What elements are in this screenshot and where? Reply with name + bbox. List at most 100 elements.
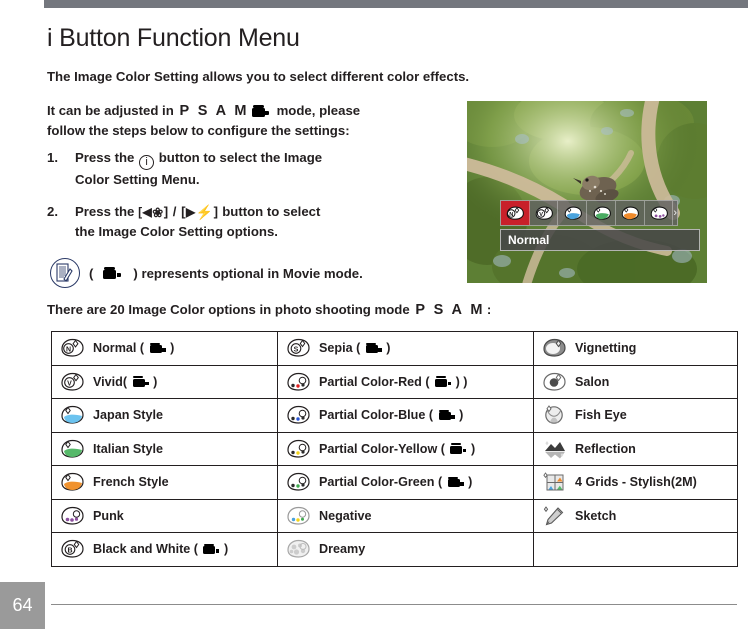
left-key-bracket: [◀❀] / [▶⚡] bbox=[138, 203, 219, 220]
option-label: French Style bbox=[93, 475, 169, 490]
movie-mode-icon bbox=[131, 376, 150, 388]
reflection-icon bbox=[541, 439, 567, 459]
flash-icon: ⚡ bbox=[195, 203, 214, 220]
movie-mode-note: ( ) represents optional in Movie mode. bbox=[50, 258, 470, 288]
movie-mode-icon bbox=[201, 543, 220, 555]
option-cell-japan-style: Japan Style bbox=[51, 398, 278, 433]
option-cell-italian-style: Italian Style bbox=[51, 431, 278, 466]
partial-color-blue-icon bbox=[285, 405, 311, 425]
table-row: Punk Negative Sketch bbox=[51, 498, 738, 533]
partial-color-green-icon bbox=[285, 472, 311, 492]
movie-mode-icon bbox=[251, 105, 272, 117]
steps-list: 1. Press the i button to select the Imag… bbox=[47, 148, 377, 254]
step-2: 2. Press the [◀❀] / [▶⚡] button to selec… bbox=[47, 202, 377, 242]
top-accent-bar bbox=[44, 0, 748, 8]
option-label: Reflection bbox=[575, 441, 636, 456]
osd-item-japan-style[interactable] bbox=[558, 201, 588, 225]
osd-item-french-style[interactable] bbox=[616, 201, 645, 225]
partial-color-red-icon bbox=[285, 372, 311, 392]
fish-eye-icon bbox=[541, 405, 567, 425]
step-2-text-part1: Press the bbox=[75, 203, 135, 219]
right-arrow-icon: ▶ bbox=[185, 204, 196, 219]
option-cell-partial-color-blue: Partial Color-Blue ( ) bbox=[277, 398, 534, 433]
option-label: Black and White bbox=[93, 542, 191, 557]
intro-paragraph: The Image Color Setting allows you to se… bbox=[47, 69, 470, 84]
manual-page: i Button Function Menu The Image Color S… bbox=[0, 0, 748, 629]
option-label: 4 Grids - Stylish(2M) bbox=[575, 475, 697, 490]
macro-flower-icon: ❀ bbox=[152, 204, 164, 220]
option-label: Dreamy bbox=[319, 542, 366, 557]
key-separator: ] / [ bbox=[163, 203, 186, 219]
option-cell-vivid: V Vivid( ) bbox=[51, 364, 278, 399]
option-label: Punk bbox=[93, 508, 124, 523]
key-close-bracket: ] bbox=[213, 203, 219, 219]
osd-item-italian-style[interactable] bbox=[587, 201, 616, 225]
table-row: Japan Style Partial Color-Blue ( ) Fish … bbox=[51, 398, 738, 433]
osd-color-menu[interactable]: N V › bbox=[500, 200, 678, 226]
option-label: Salon bbox=[575, 374, 610, 389]
note-text: ) represents optional in Movie mode. bbox=[133, 265, 363, 281]
count-prefix: There are 20 Image Color options in phot… bbox=[47, 302, 410, 317]
step-1-text-part2: button to select the Image bbox=[158, 150, 323, 165]
mode-letters: P S A M bbox=[179, 103, 249, 119]
option-label: Sketch bbox=[575, 508, 617, 523]
option-label: Japan Style bbox=[93, 408, 163, 423]
normal-palette-icon: N bbox=[59, 338, 85, 358]
option-cell-salon: Salon bbox=[533, 364, 738, 399]
step-2-line2: the Image Color Setting options. bbox=[75, 224, 278, 239]
table-row: N Normal ( ) S Sepia ( ) Vignetting bbox=[51, 331, 738, 366]
osd-more-arrow-icon[interactable]: › bbox=[673, 207, 677, 219]
four-grids-stylish-icon bbox=[541, 472, 567, 492]
bird-on-branch-photo bbox=[467, 101, 707, 283]
movie-mode-icon bbox=[446, 476, 465, 488]
option-cell-reflection: Reflection bbox=[533, 431, 738, 466]
svg-text:V: V bbox=[539, 211, 543, 217]
french-style-palette-icon bbox=[59, 472, 85, 492]
option-label: Partial Color-Green bbox=[319, 475, 435, 490]
svg-text:N: N bbox=[510, 211, 514, 217]
option-label: Sepia bbox=[319, 341, 353, 356]
osd-item-vivid[interactable]: V bbox=[530, 201, 559, 225]
adjust-suffix: mode, please bbox=[276, 103, 361, 118]
vignetting-icon bbox=[541, 338, 567, 358]
step-2-text-part2: button to select bbox=[222, 203, 321, 219]
movie-mode-icon bbox=[448, 443, 467, 455]
notepad-pencil-icon bbox=[50, 258, 80, 288]
option-cell-sepia: S Sepia ( ) bbox=[277, 331, 534, 366]
option-label: Vivid bbox=[93, 374, 123, 389]
osd-selected-label: Normal bbox=[500, 229, 700, 251]
italian-style-palette-icon bbox=[59, 439, 85, 459]
option-cell-partial-color-yellow: Partial Color-Yellow ( ) bbox=[277, 431, 534, 466]
step-1: 1. Press the i button to select the Imag… bbox=[47, 148, 377, 190]
option-label: Fish Eye bbox=[575, 408, 627, 423]
black-and-white-palette-icon: B bbox=[59, 539, 85, 559]
option-cell-french-style: French Style bbox=[51, 465, 278, 500]
page-title: i Button Function Menu bbox=[47, 24, 300, 52]
option-label: Normal bbox=[93, 341, 137, 356]
table-row: French Style Partial Color-Green ( ) 4 G… bbox=[51, 465, 738, 500]
count-suffix: : bbox=[486, 302, 492, 317]
adjust-paragraph: It can be adjusted in P S A M mode, plea… bbox=[47, 101, 447, 140]
step-1-number: 1. bbox=[47, 150, 58, 165]
options-count-line: There are 20 Image Color options in phot… bbox=[47, 302, 491, 318]
svg-text:S: S bbox=[294, 347, 299, 354]
osd-item-normal[interactable]: N bbox=[501, 201, 530, 225]
adjust-prefix: It can be adjusted in bbox=[47, 103, 174, 118]
option-cell-negative: Negative bbox=[277, 498, 534, 533]
option-cell-empty bbox=[533, 532, 738, 567]
osd-item-punk[interactable] bbox=[645, 201, 674, 225]
vivid-palette-icon: V bbox=[59, 372, 85, 392]
step-2-number: 2. bbox=[47, 203, 58, 219]
dreamy-palette-icon bbox=[285, 539, 311, 559]
partial-color-yellow-icon bbox=[285, 439, 311, 459]
option-cell-dreamy: Dreamy bbox=[277, 532, 534, 567]
step-1-line2: Color Setting Menu. bbox=[75, 172, 200, 187]
option-label: Partial Color-Red bbox=[319, 374, 422, 389]
option-cell-sketch: Sketch bbox=[533, 498, 738, 533]
option-label: Negative bbox=[319, 508, 372, 523]
camera-preview: N V › Normal bbox=[467, 101, 707, 283]
page-number: 64 bbox=[0, 582, 45, 629]
sketch-icon bbox=[541, 505, 567, 526]
table-row: Italian Style Partial Color-Yellow ( ) R… bbox=[51, 431, 738, 466]
negative-palette-icon bbox=[285, 506, 311, 526]
